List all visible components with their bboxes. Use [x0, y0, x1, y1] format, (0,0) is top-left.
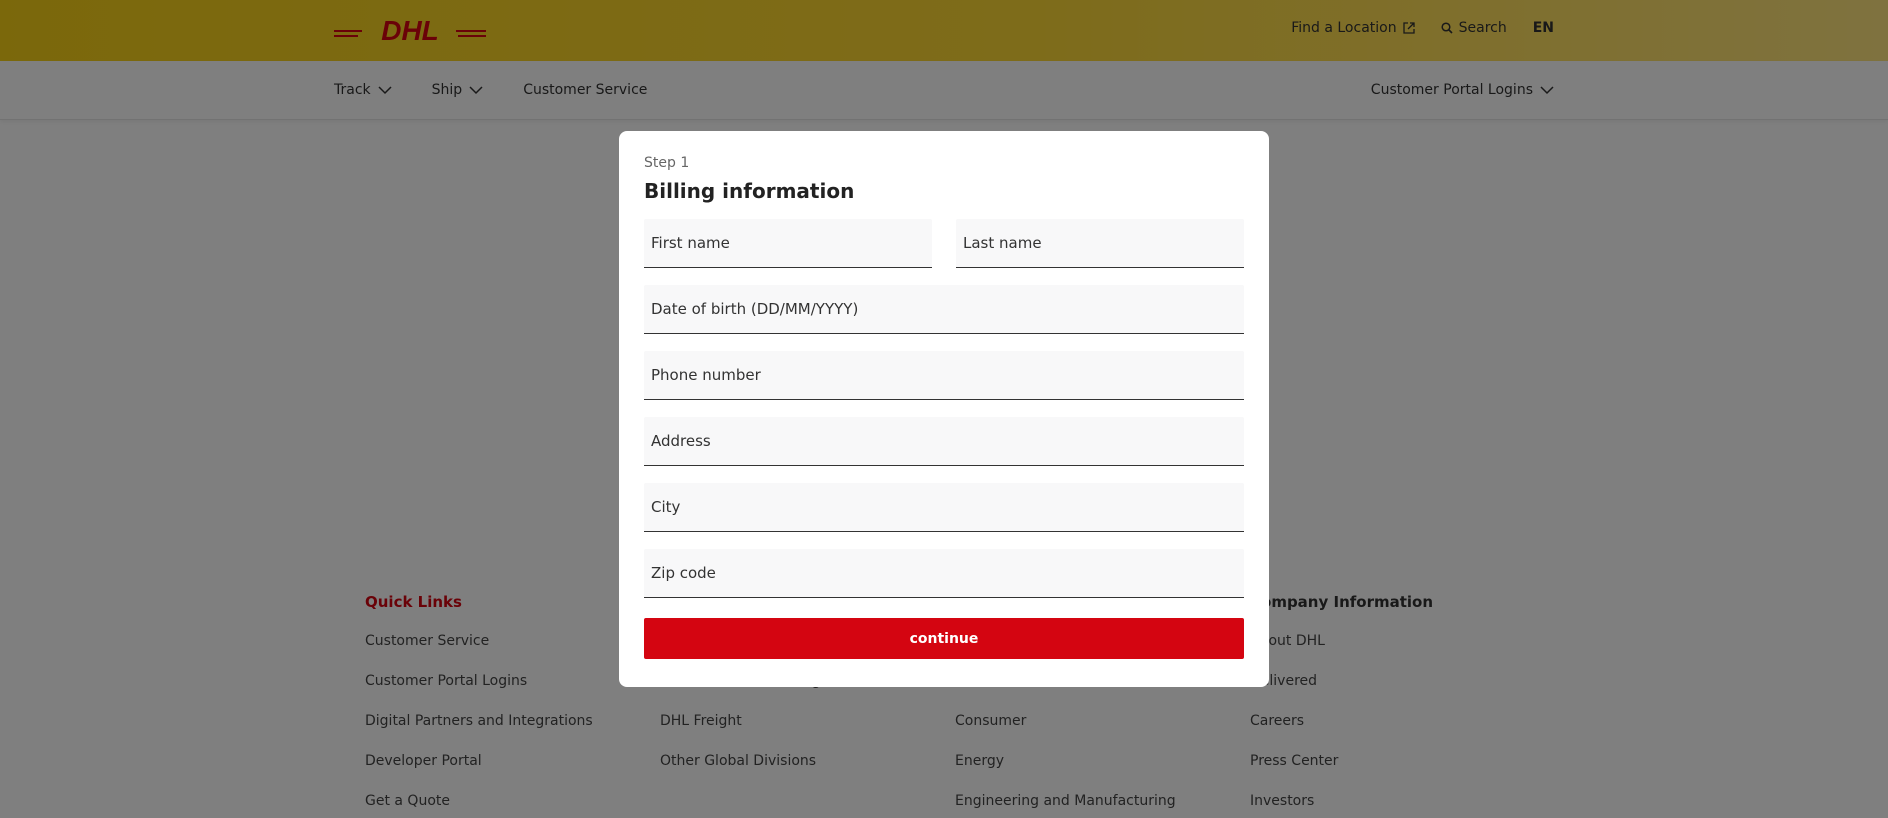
- last-name-input[interactable]: [956, 219, 1244, 268]
- dob-input[interactable]: [644, 285, 1244, 334]
- continue-button[interactable]: continue: [644, 618, 1244, 659]
- city-input[interactable]: [644, 483, 1244, 532]
- billing-form: continue: [644, 219, 1244, 659]
- billing-modal: Step 1 Billing information continue: [619, 131, 1269, 687]
- zip-input[interactable]: [644, 549, 1244, 598]
- step-indicator: Step 1: [644, 155, 690, 171]
- phone-input[interactable]: [644, 351, 1244, 400]
- modal-title: Billing information: [644, 179, 855, 203]
- address-input[interactable]: [644, 417, 1244, 466]
- first-name-input[interactable]: [644, 219, 932, 268]
